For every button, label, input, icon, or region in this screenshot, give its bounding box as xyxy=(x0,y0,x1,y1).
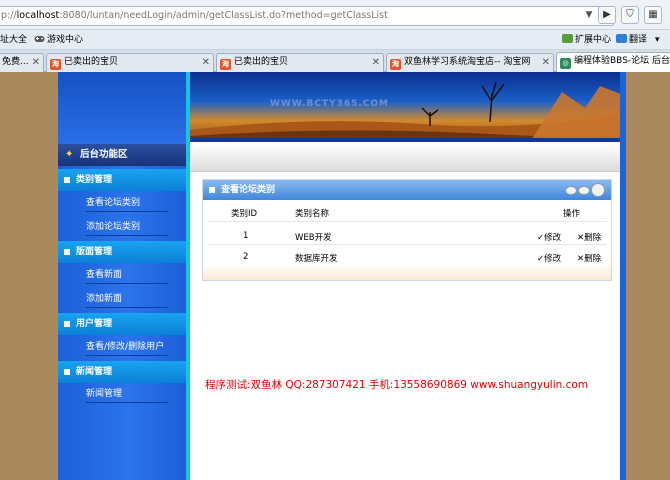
restore-icon[interactable] xyxy=(578,186,590,195)
sidebar: ✦ 后台功能区 类别管理 查看论坛类别 添加论坛类别 版面管理 查看新面 添加新… xyxy=(58,72,186,480)
sidebar-item-add-board[interactable]: 添加新面 xyxy=(86,290,168,308)
shield-icon[interactable]: ⛉ xyxy=(621,6,639,24)
desert-scene-image xyxy=(190,81,626,142)
square-icon xyxy=(64,321,70,327)
row-divider xyxy=(207,221,607,222)
sidebar-item-news[interactable]: 新闻管理 xyxy=(86,385,168,403)
favorites-bar: 址大全 游戏中心 扩展中心 翻译 ▾ xyxy=(0,30,670,50)
content-right-border xyxy=(620,72,626,480)
square-icon xyxy=(64,249,70,255)
puzzle-icon xyxy=(562,34,573,43)
row-1-name: WEB开发 xyxy=(295,233,332,243)
row-divider xyxy=(207,244,607,245)
grid-icon[interactable]: ▦ xyxy=(644,6,662,24)
close-icon[interactable]: ✕ xyxy=(542,54,550,71)
main-content: WWW.BCTY365.COM 查看论坛类别 类别ID 类别名称 操作 1 WE… xyxy=(190,72,626,480)
taobao-icon: 淘 xyxy=(50,59,61,70)
row-2-edit-link[interactable]: ✓修改 xyxy=(537,252,561,264)
column-header-id: 类别ID xyxy=(231,209,258,219)
column-header-actions: 操作 xyxy=(563,209,581,219)
lightbulb-icon: ✦ xyxy=(65,149,74,160)
panel-header: 查看论坛类别 xyxy=(203,180,611,200)
window-controls xyxy=(565,183,605,197)
url-prefix: p:// xyxy=(1,10,17,21)
tab[interactable]: 淘已卖出的宝贝 ✕ xyxy=(216,53,384,72)
translate-button[interactable]: 翻译 xyxy=(616,30,647,50)
content-header-bar xyxy=(190,144,626,172)
sidebar-title: ✦ 后台功能区 xyxy=(58,144,186,166)
sidebar-category-news[interactable]: 新闻管理 xyxy=(58,361,186,383)
extension-center-button[interactable]: 扩展中心 xyxy=(562,30,611,50)
banner-strip xyxy=(190,138,626,142)
sidebar-item-add-class[interactable]: 添加论坛类别 xyxy=(86,218,168,236)
url-input[interactable]: p://localhost:8080/luntan/needLogin/admi… xyxy=(0,6,614,26)
row-2-delete-link[interactable]: ✕删除 xyxy=(577,252,601,264)
sidebar-category-board[interactable]: 版面管理 xyxy=(58,241,186,263)
sidebar-category-user[interactable]: 用户管理 xyxy=(58,313,186,335)
row-2-id: 2 xyxy=(243,252,249,262)
page-icon: ◎ xyxy=(560,58,571,69)
minimize-icon[interactable] xyxy=(565,186,577,195)
row-1-delete-link[interactable]: ✕删除 xyxy=(577,231,601,243)
tab-active[interactable]: ◎ 编程体验BBS-论坛 后台 xyxy=(556,52,670,72)
go-forward-icon[interactable]: ▶ xyxy=(598,6,616,24)
column-header-name: 类别名称 xyxy=(295,209,330,219)
row-1-edit-link[interactable]: ✓修改 xyxy=(537,231,561,243)
close-icon[interactable]: ✕ xyxy=(202,54,210,71)
tab[interactable]: 免费... ✕ xyxy=(0,53,44,72)
sidebar-header xyxy=(58,72,186,144)
row-2-name: 数据库开发 xyxy=(295,254,338,264)
class-list-panel: 查看论坛类别 类别ID 类别名称 操作 1 WEB开发 ✓修改 ✕删除 2 数据… xyxy=(202,179,612,281)
address-bar: p://localhost:8080/luntan/needLogin/admi… xyxy=(0,0,670,30)
dropdown-icon[interactable]: ▼ xyxy=(582,8,596,22)
url-host: localhost xyxy=(16,10,60,21)
sidebar-item-manage-users[interactable]: 查看/修改/删除用户 xyxy=(86,338,168,356)
close-icon[interactable]: ✕ xyxy=(372,54,380,71)
row-1-id: 1 xyxy=(243,231,249,241)
square-icon xyxy=(209,187,215,193)
tab[interactable]: 淘双鱼林学习系统淘宝店-- 淘宝网 ✕ xyxy=(386,53,554,72)
chevron-down-icon[interactable]: ▾ xyxy=(655,30,660,50)
sidebar-item-view-boards[interactable]: 查看新面 xyxy=(86,266,168,284)
banner-site-url: WWW.BCTY365.COM xyxy=(270,99,390,109)
sidebar-category-class[interactable]: 类别管理 xyxy=(58,169,186,191)
taobao-icon: 淘 xyxy=(220,59,231,70)
taobao-icon: 淘 xyxy=(390,59,401,70)
translate-icon xyxy=(616,34,627,43)
maximize-icon[interactable] xyxy=(591,183,605,197)
favorite-item[interactable]: 址大全 xyxy=(0,30,27,50)
site-banner: WWW.BCTY365.COM xyxy=(190,72,626,142)
tab[interactable]: 淘已卖出的宝贝 ✕ xyxy=(46,53,214,72)
favorite-item[interactable]: 游戏中心 xyxy=(34,30,83,50)
square-icon xyxy=(64,177,70,183)
gamepad-icon xyxy=(34,31,45,42)
url-path: :8080/luntan/needLogin/admin/getClassLis… xyxy=(59,10,388,21)
tab-bar: 免费... ✕ 淘已卖出的宝贝 ✕ 淘已卖出的宝贝 ✕ 淘双鱼林学习系统淘宝店-… xyxy=(0,50,670,72)
close-icon[interactable]: ✕ xyxy=(32,54,40,71)
sidebar-item-view-classes[interactable]: 查看论坛类别 xyxy=(86,194,168,212)
panel-footer xyxy=(203,264,611,280)
developer-contact-info: 程序测试:双鱼林 QQ:287307421 手机:13558690869 www… xyxy=(205,379,589,391)
square-icon xyxy=(64,369,70,375)
